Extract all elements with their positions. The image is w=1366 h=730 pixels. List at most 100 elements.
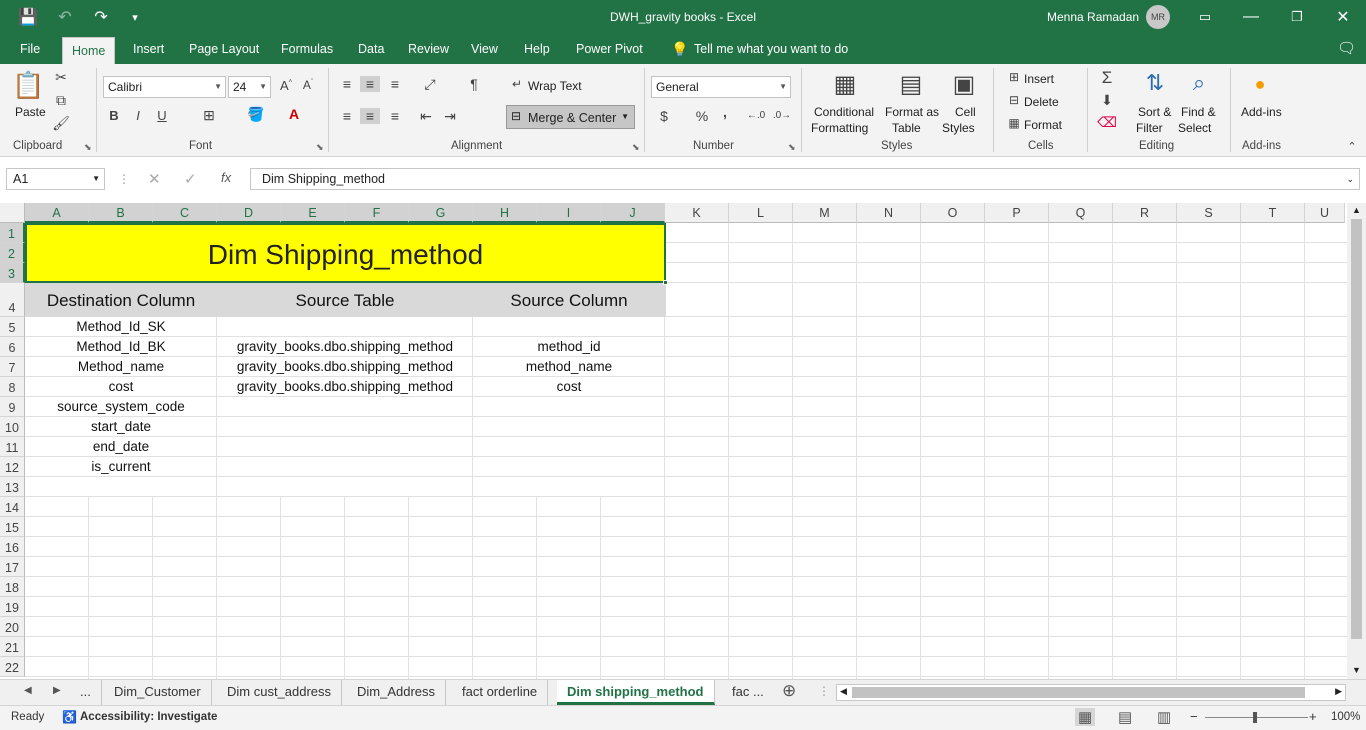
source-column-cell[interactable]: cost [473, 377, 665, 397]
tab-home[interactable]: Home [62, 37, 116, 64]
tell-me-search[interactable]: Tell me what you want to do [685, 34, 857, 64]
tab-formulas[interactable]: Formulas [272, 34, 342, 64]
bottom-align-icon[interactable]: ≡ [386, 76, 404, 92]
row-header[interactable]: 9 [0, 397, 25, 417]
destination-cell[interactable]: start_date [25, 417, 217, 437]
destination-cell[interactable]: Method_name [25, 357, 217, 377]
text-direction-icon[interactable]: ¶ [462, 76, 486, 92]
merged-cell[interactable] [217, 397, 472, 416]
column-header[interactable]: N [857, 203, 921, 223]
merged-cell[interactable] [217, 417, 472, 436]
row-header[interactable]: 2 [0, 243, 25, 263]
decrease-font-icon[interactable]: Aˇ [300, 78, 316, 92]
source-table-cell[interactable]: gravity_books.dbo.shipping_method [217, 377, 473, 397]
merged-cell[interactable] [473, 477, 664, 496]
accessibility-status[interactable]: Accessibility: Investigate [80, 711, 217, 723]
row-header[interactable]: 12 [0, 457, 25, 477]
column-header[interactable]: E [281, 203, 345, 223]
column-header[interactable]: K [665, 203, 729, 223]
formula-input[interactable]: Dim Shipping_method ⌄ [250, 168, 1360, 190]
merge-center-button[interactable]: ⊟ Merge & Center ▼ [506, 105, 635, 129]
tab-splitter-icon[interactable]: ⋮ [818, 684, 830, 698]
increase-font-icon[interactable]: A^ [278, 78, 294, 93]
row-header[interactable]: 10 [0, 417, 25, 437]
merged-cell[interactable] [473, 417, 664, 436]
merged-cell[interactable] [217, 457, 472, 476]
source-table-cell[interactable]: gravity_books.dbo.shipping_method [217, 337, 473, 357]
restore-icon[interactable]: ❐ [1284, 0, 1310, 34]
minimize-icon[interactable]: — [1238, 0, 1264, 34]
merged-cell[interactable] [473, 437, 664, 456]
sheet-tab-dim-shipping-method[interactable]: Dim shipping_method [557, 680, 715, 705]
format-button[interactable]: Format [1024, 118, 1062, 132]
borders-icon[interactable]: ⊞ [200, 107, 218, 124]
close-icon[interactable]: ✕ [1330, 0, 1356, 34]
row-header[interactable]: 20 [0, 617, 25, 637]
underline-button[interactable]: U [154, 108, 170, 123]
comments-icon[interactable]: 🗨 [1328, 34, 1365, 64]
scroll-right-icon[interactable]: ▶ [1335, 686, 1342, 697]
addins-button[interactable]: Add-ins [1241, 105, 1282, 119]
column-header[interactable]: L [729, 203, 793, 223]
italic-button[interactable]: I [130, 108, 146, 123]
prev-sheet-icon[interactable]: ◀ [24, 685, 32, 696]
row-header[interactable]: 18 [0, 577, 25, 597]
row-header[interactable]: 3 [0, 263, 25, 283]
column-header[interactable]: B [89, 203, 153, 223]
format-painter-icon[interactable]: 🖌 [52, 115, 70, 132]
row-header[interactable]: 17 [0, 557, 25, 577]
column-header[interactable]: G [409, 203, 473, 223]
alignment-launcher-icon[interactable]: ⬊ [632, 142, 640, 153]
row-header[interactable]: 11 [0, 437, 25, 457]
middle-align-icon[interactable]: ≡ [360, 76, 380, 92]
destination-cell[interactable]: end_date [25, 437, 217, 457]
merged-cell[interactable] [473, 457, 664, 476]
decrease-decimal-icon[interactable]: .0→ [772, 110, 792, 121]
conditional-formatting-button[interactable]: Conditional [814, 105, 874, 119]
delete-button[interactable]: Delete [1024, 95, 1059, 109]
column-header[interactable]: M [793, 203, 857, 223]
merged-cell[interactable] [217, 437, 472, 456]
expand-formula-icon[interactable]: ⌄ [1346, 169, 1354, 189]
comma-button[interactable]: , [718, 104, 732, 120]
add-sheet-icon[interactable]: ⊕ [782, 681, 796, 701]
column-header[interactable]: O [921, 203, 985, 223]
row-header[interactable]: 6 [0, 337, 25, 357]
fill-color-icon[interactable]: 🪣 [246, 106, 266, 123]
column-header[interactable]: R [1113, 203, 1177, 223]
row-header[interactable]: 19 [0, 597, 25, 617]
name-box[interactable]: A1 ▼ [6, 168, 105, 190]
zoom-in-icon[interactable]: + [1309, 709, 1317, 724]
user-name[interactable]: Menna Ramadan [1047, 10, 1139, 24]
sheet-tab-dim-address[interactable]: Dim_Address [347, 680, 447, 705]
source-table-cell[interactable]: gravity_books.dbo.shipping_method [217, 357, 473, 377]
cell-styles-button[interactable]: Cell [955, 105, 976, 119]
header-source-table[interactable]: Source Table [217, 283, 473, 317]
wrap-text-button[interactable]: Wrap Text [528, 79, 582, 93]
font-name-combo[interactable]: Calibri ▼ [103, 76, 226, 98]
cancel-icon[interactable]: ✕ [148, 170, 161, 188]
merged-cell[interactable] [25, 477, 216, 496]
row-header[interactable]: 14 [0, 497, 25, 517]
zoom-level[interactable]: 100% [1331, 711, 1360, 723]
worksheet-grid[interactable]: A B C D E F G H I J K L M N O P Q R S T U 1 2 3 4 5 6 7 8 9 10 11 12 13 14… [0, 203, 1366, 679]
format-as-table-button[interactable]: Format as [885, 105, 939, 119]
page-layout-view-icon[interactable]: ▤ [1118, 708, 1132, 726]
row-header[interactable]: 5 [0, 317, 25, 337]
select-all-corner[interactable] [0, 203, 25, 223]
decrease-indent-icon[interactable]: ⇤ [416, 108, 436, 125]
enter-icon[interactable]: ✓ [184, 170, 197, 188]
font-size-combo[interactable]: 24 ▼ [228, 76, 271, 98]
vertical-scrollbar[interactable]: ▲ ▼ [1347, 203, 1366, 679]
center-icon[interactable]: ≡ [360, 108, 380, 124]
column-header[interactable]: Q [1049, 203, 1113, 223]
orientation-icon[interactable]: ⤢ [418, 76, 442, 93]
increase-decimal-icon[interactable]: ←.0 [746, 110, 766, 121]
fill-icon[interactable]: ⬇ [1097, 92, 1117, 109]
column-header[interactable]: A [25, 203, 89, 223]
page-break-view-icon[interactable]: ▥ [1157, 708, 1171, 726]
zoom-slider-thumb[interactable] [1253, 712, 1257, 723]
ribbon-display-icon[interactable]: ▭ [1192, 0, 1218, 34]
tab-insert[interactable]: Insert [124, 34, 173, 64]
currency-button[interactable]: $ [656, 108, 672, 124]
